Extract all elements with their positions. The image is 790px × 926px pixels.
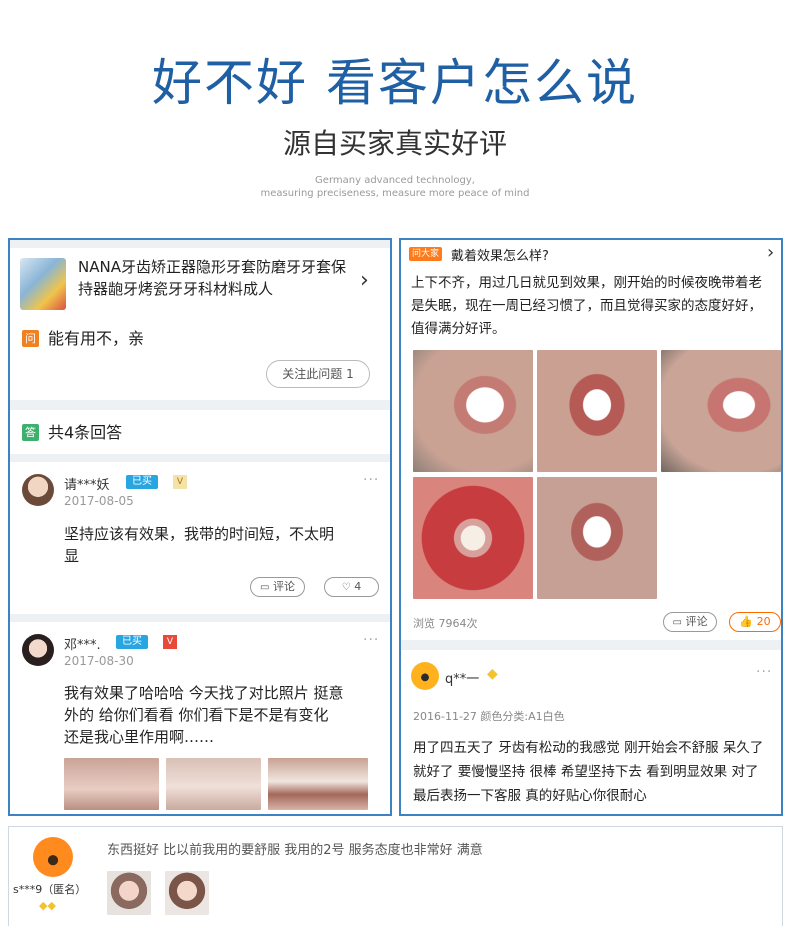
answer-username: 请***妖 xyxy=(64,478,110,493)
level-badge: V xyxy=(173,475,187,489)
product-title: NANA牙齿矫正器隐形牙套防磨牙牙套保持器龅牙烤瓷牙牙科材料成人 xyxy=(78,258,346,298)
comparison-photo[interactable] xyxy=(166,758,261,810)
answer-text-line: 我有效果了哈哈哈 今天找了对比照片 挺意 xyxy=(64,684,344,702)
answer-item: 请***妖 已买 V ··· 2017-08-05 坚持应该有效果，我带的时间短… xyxy=(10,462,390,614)
review-meta: 2016-11-27 颜色分类:A1白色 xyxy=(413,710,565,723)
like-count: 20 xyxy=(756,615,771,628)
page-subtitle: 源自买家真实好评 xyxy=(282,127,507,160)
avatar xyxy=(22,474,54,506)
review-photo[interactable] xyxy=(165,871,209,915)
page-title: 好不好 看客户怎么说 xyxy=(152,54,638,112)
diamond-icon: ◆◆ xyxy=(39,899,56,912)
teeth-photo[interactable] xyxy=(661,350,781,472)
bought-tag: 已买 xyxy=(116,635,148,649)
view-count: 浏览 7964次 xyxy=(413,617,478,630)
level-badge: V xyxy=(163,635,177,649)
answer-text: 坚持应该有效果，我带的时间短，不太明 显 xyxy=(64,523,374,567)
review-text: 东西挺好 比以前我用的要舒服 我用的2号 服务态度也非常好 满意 xyxy=(107,843,483,858)
comment-icon: ▭ xyxy=(260,582,270,593)
teeth-photo[interactable] xyxy=(413,477,533,599)
question-text: 能有用不，亲 xyxy=(48,329,145,348)
ask-question-title: 戴着效果怎么样? xyxy=(451,249,549,264)
like-button[interactable]: 👍 20 xyxy=(729,612,781,632)
avatar xyxy=(22,634,54,666)
answer-text-line: 还是我心里作用啊…… xyxy=(64,728,215,746)
english-tagline: Germany advanced technology, measuring p… xyxy=(0,174,790,200)
ask-answer-line: 是失眠，现在一周已经习惯了，而且觉得买家的态度好好， xyxy=(411,298,762,314)
bottom-review: s***9（匿名） ◆◆ 东西挺好 比以前我用的要舒服 我用的2号 服务态度也非… xyxy=(8,826,783,926)
bought-tag: 已买 xyxy=(126,475,158,489)
reviewer-name: s***9（匿名） xyxy=(13,883,87,896)
teeth-photo[interactable] xyxy=(537,477,657,599)
ask-everyone-card: 问大家 戴着效果怎么样? › 上下不齐，用过几日就见到效果，刚开始的时候夜晚带着… xyxy=(401,240,781,640)
ask-everyone-tag: 问大家 xyxy=(409,247,443,261)
diamond-icon: ◆ xyxy=(487,666,498,682)
comment-label: 评论 xyxy=(272,580,295,593)
review-text: 用了四五天了 牙齿有松动的我感觉 刚开始会不舒服 呆久了 就好了 要慢慢坚持 很… xyxy=(413,736,783,808)
more-dots-icon[interactable]: ··· xyxy=(363,632,379,648)
comment-button[interactable]: ▭ 评论 xyxy=(663,612,717,632)
english-tagline-line2: measuring preciseness, measure more peac… xyxy=(260,188,530,199)
answer-text: 我有效果了哈哈哈 今天找了对比照片 挺意 外的 给你们看看 你们看下是不是有变化… xyxy=(64,682,384,748)
teeth-photo[interactable] xyxy=(537,350,657,472)
avatar xyxy=(33,837,73,877)
answer-date: 2017-08-05 xyxy=(64,494,134,508)
product-thumbnail xyxy=(20,258,66,310)
answer-badge: 答 xyxy=(22,424,39,441)
review-username: q**一 xyxy=(445,672,480,687)
comment-icon: ▭ xyxy=(672,617,682,628)
answers-header: 答 共4条回答 xyxy=(10,410,390,454)
ask-answer-line: 上下不齐，用过几日就见到效果，刚开始的时候夜晚带着老 xyxy=(411,275,762,291)
chevron-right-icon[interactable]: › xyxy=(767,242,774,264)
teeth-photo[interactable] xyxy=(413,350,533,472)
question-badge: 问 xyxy=(22,330,39,347)
answer-text-line: 坚持应该有效果，我带的时间短，不太明 xyxy=(64,525,335,543)
thumbs-up-icon: ♡ xyxy=(341,582,351,593)
comparison-photo[interactable] xyxy=(268,758,368,810)
more-dots-icon[interactable]: ··· xyxy=(363,472,379,488)
answer-text-line: 外的 给你们看看 你们看下是不是有变化 xyxy=(64,706,329,724)
buyer-review-card: q**一 ◆ ··· 2016-11-27 颜色分类:A1白色 用了四五天了 牙… xyxy=(401,650,781,814)
right-review-panel: 问大家 戴着效果怎么样? › 上下不齐，用过几日就见到效果，刚开始的时候夜晚带着… xyxy=(399,238,783,816)
comment-label: 评论 xyxy=(685,615,708,628)
review-line: 用了四五天了 牙齿有松动的我感觉 刚开始会不舒服 呆久了 xyxy=(413,740,764,756)
ask-answer-text: 上下不齐，用过几日就见到效果，刚开始的时候夜晚带着老 是失眠，现在一周已经习惯了… xyxy=(411,272,781,341)
review-line: 就好了 要慢慢坚持 很棒 希望坚持下去 看到明显效果 对了 xyxy=(413,764,759,780)
like-button[interactable]: ♡ 4 xyxy=(324,577,379,597)
follow-question-button[interactable]: 关注此问题 1 xyxy=(266,360,370,388)
ask-answer-line: 值得满分好评。 xyxy=(411,321,506,337)
answer-date: 2017-08-30 xyxy=(64,654,134,668)
thumbs-up-icon: 👍 xyxy=(739,615,754,628)
english-tagline-line1: Germany advanced technology, xyxy=(315,175,475,186)
answer-count: 共4条回答 xyxy=(48,423,123,442)
left-qa-panel: NANA牙齿矫正器隐形牙套防磨牙牙套保持器龅牙烤瓷牙牙科材料成人 › 问 能有用… xyxy=(8,238,392,816)
answer-text-line: 显 xyxy=(64,547,80,565)
review-photo[interactable] xyxy=(107,871,151,915)
more-dots-icon[interactable]: ··· xyxy=(756,664,772,680)
review-line: 最后表扬一下客服 真的好贴心你很耐心 xyxy=(413,788,647,804)
avatar xyxy=(411,662,439,690)
chevron-right-icon[interactable]: › xyxy=(360,270,369,292)
comment-button[interactable]: ▭ 评论 xyxy=(250,577,305,597)
question-card: 问 能有用不，亲 关注此问题 1 xyxy=(10,316,390,400)
like-count: 4 xyxy=(354,580,362,593)
answer-item: 邓***. 已买 V ··· 2017-08-30 我有效果了哈哈哈 今天找了对… xyxy=(10,622,390,814)
answer-username: 邓***. xyxy=(64,638,101,653)
comparison-photo[interactable] xyxy=(64,758,159,810)
